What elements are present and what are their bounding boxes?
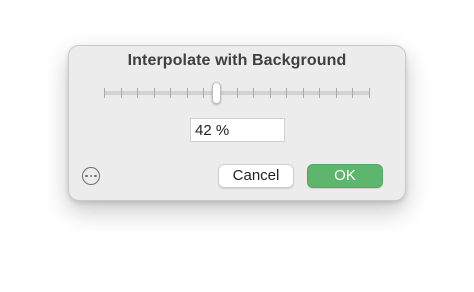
ellipsis-circle-icon [89, 174, 93, 178]
slider-tick [319, 88, 320, 98]
slider-tick [270, 88, 271, 98]
slider-tick [352, 88, 353, 98]
ok-button[interactable]: OK [307, 164, 383, 188]
slider-tick [121, 88, 122, 98]
slider-tick [286, 88, 287, 98]
screen: Interpolate with Background Cancel OK [0, 0, 474, 292]
interpolation-slider[interactable] [104, 81, 370, 107]
slider-tick [369, 88, 370, 98]
slider-tick [154, 88, 155, 98]
ellipsis-circle-icon [94, 174, 97, 178]
slider-tick [303, 88, 304, 98]
slider-tick [237, 88, 238, 98]
slider-tick [187, 88, 188, 98]
slider-tick [253, 88, 254, 98]
dialog-title: Interpolate with Background [127, 52, 347, 69]
slider-tick [170, 88, 171, 98]
cancel-button[interactable]: Cancel [218, 164, 294, 188]
slider-tick [137, 88, 138, 98]
slider-tick [104, 88, 105, 98]
slider-tick [336, 88, 337, 98]
percentage-field[interactable] [190, 118, 285, 142]
slider-tick [203, 88, 204, 98]
slider-thumb[interactable] [212, 82, 221, 104]
more-options-button[interactable] [82, 167, 100, 185]
interpolate-dialog: Interpolate with Background Cancel OK [68, 45, 406, 201]
ellipsis-circle-icon [85, 174, 88, 178]
